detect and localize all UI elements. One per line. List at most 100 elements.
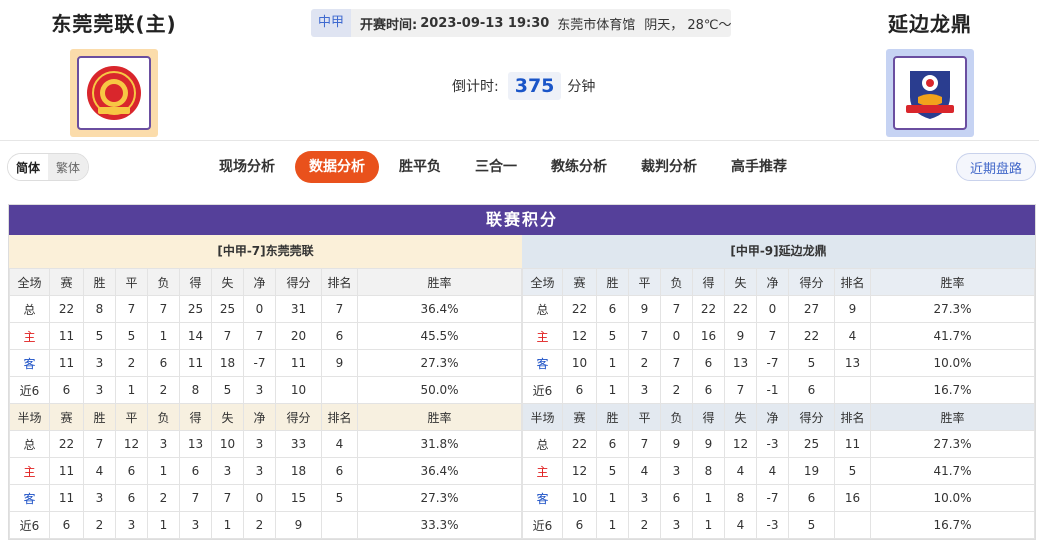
table-cell: 22 [692, 295, 725, 323]
table-cell: 6 [49, 511, 84, 539]
table-cell: 1 [147, 322, 180, 350]
table-cell [321, 511, 358, 539]
table-cell: 6 [660, 484, 693, 512]
tab-data-analysis[interactable]: 数据分析 [295, 151, 379, 183]
table-cell: 22 [724, 295, 757, 323]
table-row: 主 11 4 6 1 6 3 3 18 6 36.4% [9, 457, 522, 485]
table-cell: 6 [179, 457, 212, 485]
home-standings-header[interactable]: [中甲-7]东莞莞联 [9, 235, 522, 268]
table-cell: 31 [275, 295, 322, 323]
kickoff-label: 开赛时间: [360, 17, 418, 33]
table-row: 主 12 5 7 0 16 9 7 22 4 41.7% [522, 322, 1035, 350]
table-row: 总 22 6 7 9 9 12 -3 25 11 27.3% [522, 430, 1035, 458]
tab-expert-picks[interactable]: 高手推荐 [717, 151, 801, 183]
table-cell: 27.3% [357, 484, 522, 512]
table-cell: 2 [243, 511, 276, 539]
column-header: 胜 [596, 403, 629, 431]
row-label: 近6 [9, 511, 50, 539]
table-cell: 13 [834, 349, 871, 377]
table-cell: 2 [147, 376, 180, 404]
column-header: 胜率 [357, 268, 522, 296]
table-row: 总 22 6 9 7 22 22 0 27 9 27.3% [522, 295, 1035, 323]
tab-three-in-one[interactable]: 三合一 [461, 151, 531, 183]
table-row: 客 10 1 2 7 6 13 -7 5 13 10.0% [522, 349, 1035, 377]
table-cell: 27.3% [870, 295, 1035, 323]
countdown-label: 倒计时: [452, 79, 499, 95]
table-cell: 4 [83, 457, 116, 485]
table-cell: 22 [562, 430, 597, 458]
table-cell: 27.3% [357, 349, 522, 377]
countdown: 倒计时: 375 分钟 [452, 72, 595, 100]
table-cell: 16 [834, 484, 871, 512]
table-cell: 10 [211, 430, 244, 458]
table-cell: 11 [49, 457, 84, 485]
table-cell: 3 [243, 457, 276, 485]
table-cell: 9 [275, 511, 322, 539]
table-cell: 7 [724, 376, 757, 404]
league-badge[interactable]: 中甲 [311, 9, 352, 37]
table-cell: 22 [49, 295, 84, 323]
table-cell: 41.7% [870, 322, 1035, 350]
column-header: 得分 [788, 403, 835, 431]
table-cell: 10.0% [870, 349, 1035, 377]
table-cell: 0 [243, 295, 276, 323]
column-header: 排名 [321, 268, 358, 296]
column-header: 得 [692, 403, 725, 431]
table-cell: 1 [596, 484, 629, 512]
away-team-name[interactable]: 延边龙鼎 [840, 8, 1020, 37]
countdown-unit: 分钟 [567, 79, 596, 95]
table-cell: 3 [83, 484, 116, 512]
table-cell: 3 [243, 376, 276, 404]
tab-live-analysis[interactable]: 现场分析 [205, 151, 289, 183]
lang-simplified[interactable]: 简体 [8, 154, 48, 180]
table-cell: 7 [211, 484, 244, 512]
table-cell: 7 [83, 430, 116, 458]
tab-coach-analysis[interactable]: 教练分析 [537, 151, 621, 183]
table-cell: 45.5% [357, 322, 522, 350]
table-cell: 3 [179, 511, 212, 539]
table-cell: 2 [115, 349, 148, 377]
table-cell: 6 [49, 376, 84, 404]
table-cell: 0 [660, 322, 693, 350]
table-cell: -7 [756, 349, 789, 377]
column-header: 赛 [49, 268, 84, 296]
table-cell: 22 [788, 322, 835, 350]
table-cell: 2 [660, 376, 693, 404]
column-header: 排名 [834, 268, 871, 296]
column-header: 净 [243, 268, 276, 296]
row-label: 近6 [9, 376, 50, 404]
column-header: 得分 [275, 268, 322, 296]
table-cell: 5 [211, 376, 244, 404]
recent-odds-button[interactable]: 近期盘路 [956, 153, 1036, 181]
tab-referee-analysis[interactable]: 裁判分析 [627, 151, 711, 183]
lang-traditional[interactable]: 繁体 [48, 154, 88, 180]
weather: 阴天， [644, 17, 684, 33]
column-header: 得 [179, 268, 212, 296]
table-cell: 9 [321, 349, 358, 377]
row-label: 主 [9, 457, 50, 485]
temperature: 28℃～29℃ [687, 17, 731, 33]
table-cell: 7 [115, 295, 148, 323]
table-cell: 3 [115, 511, 148, 539]
table-cell: 27.3% [870, 430, 1035, 458]
table-cell: 5 [83, 322, 116, 350]
table-cell: 1 [692, 511, 725, 539]
table-cell: 16.7% [870, 376, 1035, 404]
away-standings-table: 全场赛胜平负得失净得分 排名 胜率总 22 6 9 7 22 22 0 27 9 27.3% 主 12 5 7 0… [522, 268, 1035, 539]
table-cell: 5 [596, 457, 629, 485]
table-cell: 7 [321, 295, 358, 323]
table-cell: 3 [83, 349, 116, 377]
column-header: 负 [660, 403, 693, 431]
table-cell: 1 [692, 484, 725, 512]
table-cell: 6 [562, 376, 597, 404]
away-team-logo[interactable] [886, 49, 974, 137]
home-team-logo[interactable] [70, 49, 158, 137]
table-cell: 20 [275, 322, 322, 350]
tab-win-draw-loss[interactable]: 胜平负 [385, 151, 455, 183]
table-cell: 5 [788, 349, 835, 377]
table-cell: 5 [115, 322, 148, 350]
table-cell: 3 [211, 457, 244, 485]
away-standings-header[interactable]: [中甲-9]延边龙鼎 [522, 235, 1035, 268]
table-cell: 5 [788, 511, 835, 539]
home-team-name[interactable]: 东莞莞联(主) [22, 8, 206, 37]
